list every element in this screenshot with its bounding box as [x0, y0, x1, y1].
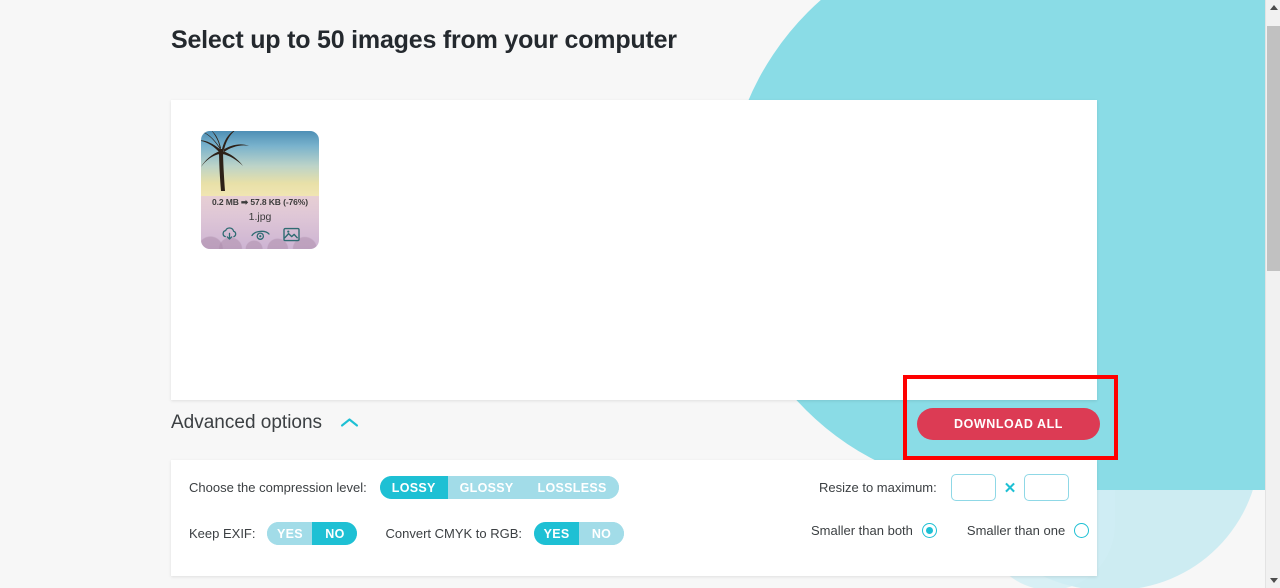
keep-exif-label: Keep EXIF:	[189, 526, 256, 541]
resize-label: Resize to maximum:	[819, 480, 937, 495]
compression-option-glossy[interactable]: GLOSSY	[447, 476, 526, 499]
page-root: Select up to 50 images from your compute…	[0, 0, 1280, 588]
compression-level-segmented-control[interactable]: LOSSY GLOSSY LOSSLESS	[379, 476, 619, 499]
file-name: 1.jpg	[248, 211, 272, 223]
cmyk-yes[interactable]: YES	[534, 522, 580, 545]
compression-option-lossy[interactable]: LOSSY	[379, 476, 448, 499]
palm-tree-graphic	[201, 131, 249, 191]
file-action-icons	[204, 227, 316, 242]
resize-row: Resize to maximum: ✕	[819, 474, 1070, 501]
resize-mode-label-both: Smaller than both	[811, 523, 913, 538]
scrollbar-thumb[interactable]	[1267, 26, 1280, 271]
scroll-down-arrow-icon[interactable]	[1266, 573, 1280, 588]
eye-icon[interactable]	[250, 228, 270, 242]
radio-smaller-than-one[interactable]	[1074, 523, 1090, 538]
resize-mode-label-one: Smaller than one	[966, 523, 1066, 538]
radio-smaller-than-both[interactable]	[921, 523, 937, 538]
resize-separator-icon: ✕	[1003, 479, 1017, 497]
keep-exif-no[interactable]: NO	[312, 522, 358, 545]
advanced-options-label: Advanced options	[171, 412, 323, 433]
vertical-scrollbar[interactable]	[1265, 0, 1280, 588]
image-icon[interactable]	[282, 227, 300, 242]
resize-height-input[interactable]	[1024, 474, 1070, 501]
resize-width-input[interactable]	[950, 474, 996, 501]
cmyk-toggle[interactable]: YES NO	[534, 522, 625, 545]
cmyk-no[interactable]: NO	[579, 522, 625, 545]
page-title: Select up to 50 images from your compute…	[171, 26, 677, 54]
download-all-button[interactable]: DOWNLOAD ALL	[917, 408, 1100, 440]
compression-option-lossless[interactable]: LOSSLESS	[525, 476, 619, 499]
resize-mode-row: Smaller than both Smaller than one	[811, 523, 1090, 538]
chevron-up-icon[interactable]	[340, 417, 359, 429]
scroll-up-arrow-icon[interactable]	[1266, 0, 1280, 15]
compression-level-label: Choose the compression level:	[189, 480, 367, 495]
compression-level-row: Choose the compression level: LOSSY GLOS…	[189, 476, 619, 499]
files-card: 0.2 MB ➡ 57.8 KB (-76%) 1.jpg	[171, 100, 1097, 400]
cmyk-label: Convert CMYK to RGB:	[385, 526, 523, 541]
keep-exif-row: Keep EXIF: YES NO Convert CMYK to RGB: Y…	[189, 522, 625, 545]
keep-exif-yes[interactable]: YES	[267, 522, 313, 545]
advanced-options-header[interactable]: Advanced options	[171, 412, 359, 434]
keep-exif-toggle[interactable]: YES NO	[267, 522, 358, 545]
thumbnail-info: 0.2 MB ➡ 57.8 KB (-76%) 1.jpg	[201, 197, 319, 249]
file-thumbnail[interactable]: 0.2 MB ➡ 57.8 KB (-76%) 1.jpg	[201, 131, 319, 249]
file-size-text: 0.2 MB ➡ 57.8 KB (-76%)	[212, 197, 308, 207]
advanced-options-panel: Choose the compression level: LOSSY GLOS…	[171, 460, 1097, 576]
download-cloud-icon[interactable]	[221, 227, 238, 242]
